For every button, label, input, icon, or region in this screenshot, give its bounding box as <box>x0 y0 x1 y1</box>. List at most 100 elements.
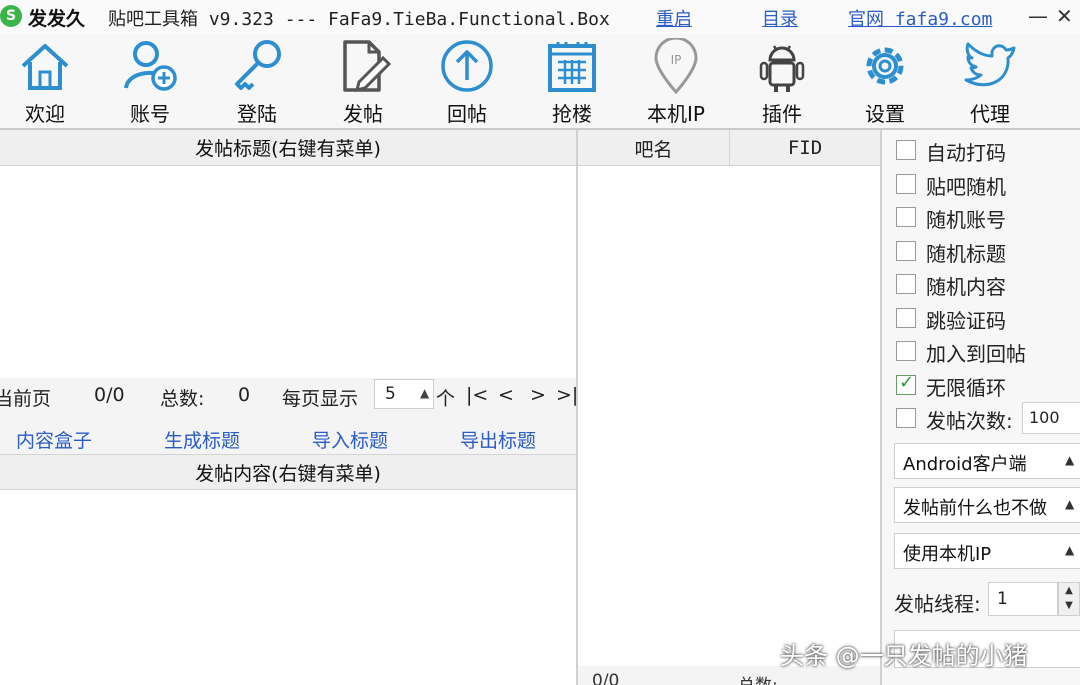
toolbar-label: 发帖 <box>343 102 383 126</box>
toolbar-label: 设置 <box>865 102 905 126</box>
prev-page-button[interactable]: < <box>498 384 514 406</box>
toolbar-label: 欢迎 <box>25 102 65 126</box>
android-icon <box>759 45 805 92</box>
forum-total-label: 总数: <box>738 671 778 685</box>
official-site-link[interactable]: 官网 fafa9.com <box>848 5 992 31</box>
home-icon <box>21 44 69 90</box>
next-page-button[interactable]: > <box>530 384 546 406</box>
current-page-label: 当前页 <box>0 388 52 410</box>
first-page-button[interactable]: |< <box>466 384 488 406</box>
toolbar-account-button[interactable]: 账号 <box>105 34 195 128</box>
option-label: 无限循环 <box>926 376 1006 400</box>
option-auto-captcha[interactable]: 自动打码 <box>896 134 1080 165</box>
total-value: 0 <box>238 384 251 406</box>
option-label: 自动打码 <box>926 141 1006 165</box>
post-title-header[interactable]: 发帖标题(右键有菜单) <box>0 130 576 166</box>
menu-link[interactable]: 目录 <box>762 5 798 31</box>
content-box-link[interactable]: 内容盒子 <box>16 426 92 453</box>
option-random-title[interactable]: 随机标题 <box>896 235 1080 266</box>
pre-post-action-dropdown[interactable]: 发帖前什么也不做 ▲ <box>894 487 1080 523</box>
option-skip-captcha[interactable]: 跳验证码 <box>896 302 1080 333</box>
current-page-value: 0/0 <box>94 384 125 406</box>
checkbox[interactable] <box>896 140 916 160</box>
generate-title-link[interactable]: 生成标题 <box>164 426 240 453</box>
upload-circle-icon <box>441 40 493 92</box>
forum-list[interactable] <box>578 166 880 666</box>
window-title: 贴吧工具箱 v9.323 --- FaFa9.TieBa.Functional.… <box>108 9 610 30</box>
per-page-unit: 个 <box>436 388 456 410</box>
toolbar-login-button[interactable]: 登陆 <box>212 34 302 128</box>
toolbar-label: 回帖 <box>447 102 487 126</box>
last-page-button[interactable]: >| <box>556 384 578 406</box>
toolbar-grab-floor-button[interactable]: 抢楼 <box>527 34 617 128</box>
dropdown-value: 使用本机IP <box>903 544 992 565</box>
option-random-account[interactable]: 随机账号 <box>896 201 1080 232</box>
svg-text:IP: IP <box>671 53 682 67</box>
toolbar-welcome-button[interactable]: 欢迎 <box>0 34 90 128</box>
checkbox[interactable] <box>896 341 916 361</box>
import-title-link[interactable]: 导入标题 <box>312 426 388 453</box>
location-pin-icon: IP <box>654 38 698 94</box>
option-label: 跳验证码 <box>926 309 1006 333</box>
close-button[interactable]: ✕ <box>1056 4 1073 28</box>
title-action-links: 内容盒子 生成标题 导入标题 导出标题 <box>0 420 576 454</box>
option-label: 发帖次数: <box>926 409 1013 433</box>
checkbox[interactable] <box>896 174 916 194</box>
per-page-label: 每页显示 <box>282 388 359 410</box>
thread-count-stepper[interactable]: ▲ ▼ <box>1058 582 1080 616</box>
toolbar-label: 代理 <box>970 102 1010 126</box>
building-icon <box>548 42 596 92</box>
restart-link[interactable]: 重启 <box>656 5 692 31</box>
column-forum-name[interactable]: 吧名 <box>578 130 730 166</box>
option-label: 贴吧随机 <box>926 175 1006 199</box>
minimize-button[interactable]: — <box>1028 4 1048 28</box>
total-label: 总数: <box>160 388 205 410</box>
checkbox[interactable] <box>896 207 916 227</box>
column-fid[interactable]: FID <box>730 130 880 166</box>
post-title-list[interactable] <box>0 166 576 378</box>
option-infinite-loop[interactable]: ✓ 无限循环 <box>896 369 1080 400</box>
option-add-to-reply[interactable]: 加入到回帖 <box>896 335 1080 366</box>
client-type-dropdown[interactable]: Android客户端 ▲ <box>894 443 1080 479</box>
pager: 当前页 0/0 总数: 0 每页显示 个 |< < > >| <box>0 378 578 416</box>
post-content-area[interactable] <box>0 490 576 685</box>
option-random-content[interactable]: 随机内容 <box>896 268 1080 299</box>
thread-count-input[interactable]: 1 <box>988 582 1058 616</box>
dropdown-value: 发帖前什么也不做 <box>903 498 1047 519</box>
gear-icon <box>866 47 904 85</box>
checkbox[interactable] <box>896 408 916 428</box>
checkbox-checked[interactable]: ✓ <box>896 372 916 395</box>
toolbar-label: 抢楼 <box>552 102 592 126</box>
twitter-bird-icon <box>964 42 1016 87</box>
toolbar-proxy-button[interactable]: 代理 <box>945 34 1035 128</box>
post-content-header[interactable]: 发帖内容(右键有菜单) <box>0 454 576 490</box>
export-title-link[interactable]: 导出标题 <box>460 426 536 453</box>
ip-mode-dropdown[interactable]: 使用本机IP ▲ <box>894 533 1080 569</box>
post-count-input[interactable]: 100 <box>1022 402 1080 434</box>
toolbar-label: 插件 <box>762 102 802 126</box>
add-user-icon <box>124 41 177 91</box>
app-logo-icon: S <box>0 5 22 27</box>
checkbox[interactable] <box>896 308 916 328</box>
dropdown-value: Android客户端 <box>903 454 1027 475</box>
checkbox[interactable] <box>896 241 916 261</box>
toolbar-label: 登陆 <box>237 102 277 126</box>
per-page-dropdown-icon[interactable]: ▲ <box>420 386 429 400</box>
edit-document-icon <box>343 40 391 93</box>
toolbar-label: 本机IP <box>647 102 705 126</box>
option-random-forum[interactable]: 贴吧随机 <box>896 168 1080 199</box>
toolbar-reply-button[interactable]: 回帖 <box>422 34 512 128</box>
key-icon <box>235 40 281 90</box>
checkbox[interactable] <box>896 274 916 294</box>
option-label: 加入到回帖 <box>926 342 1026 366</box>
forum-list-header: 吧名 FID <box>578 130 880 166</box>
toolbar-settings-button[interactable]: 设置 <box>840 34 930 128</box>
app-name: 发发久 <box>28 8 86 30</box>
dropdown-arrow-icon: ▲ <box>1065 453 1075 467</box>
main-toolbar: 欢迎 账号 登陆 发帖 回帖 抢楼 IP 本机IP 插件 设置 代理 <box>0 34 1080 128</box>
toolbar-label: 账号 <box>130 102 170 126</box>
watermark: 头条 @一只发帖的小猪 <box>780 642 1028 670</box>
toolbar-post-button[interactable]: 发帖 <box>318 34 408 128</box>
toolbar-plugin-button[interactable]: 插件 <box>737 34 827 128</box>
toolbar-local-ip-button[interactable]: IP 本机IP <box>631 34 721 128</box>
